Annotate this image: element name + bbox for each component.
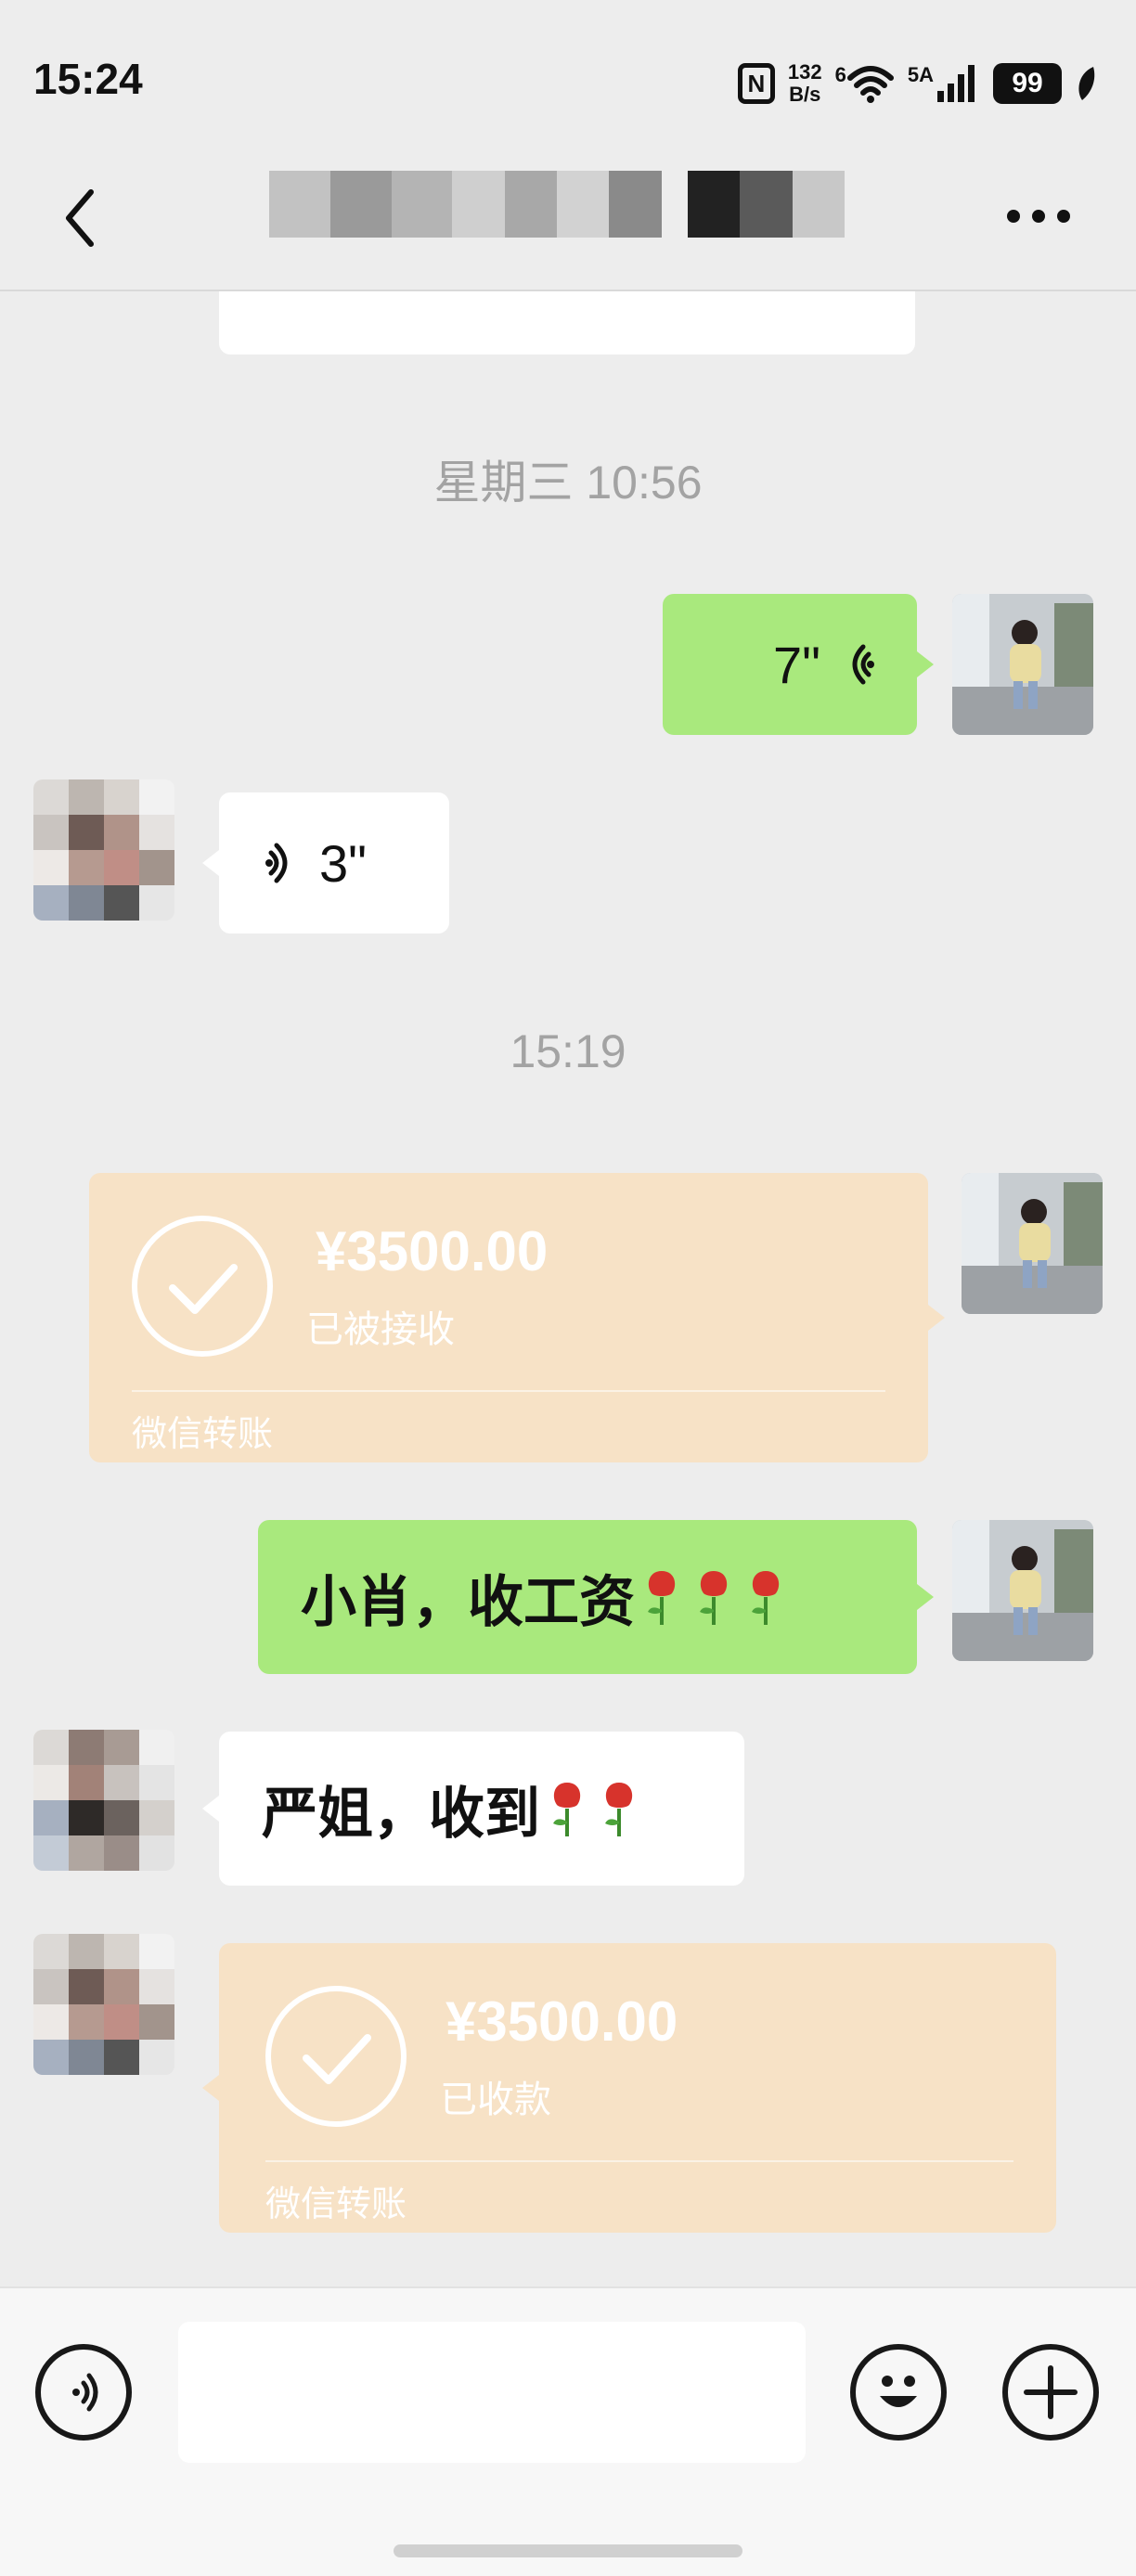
voice-message-sent[interactable]: 7" [663, 594, 934, 735]
contact-avatar-redacted [33, 779, 174, 921]
voice-input-button[interactable] [35, 2344, 132, 2441]
chat-messages[interactable]: 星期三 10:56 7" 3" 15:19 ¥3500.00 已被接收 微信转账… [0, 291, 1136, 2286]
text-message-received[interactable]: 严姐，收到 [202, 1732, 744, 1886]
back-button[interactable] [52, 186, 108, 251]
status-time: 15:24 [33, 55, 143, 103]
home-indicator[interactable] [394, 2544, 742, 2557]
signal-icon [937, 65, 975, 102]
my-avatar[interactable] [952, 594, 1093, 735]
voice-message-received[interactable]: 3" [202, 792, 449, 934]
my-avatar[interactable] [952, 1520, 1093, 1661]
transfer-divider [265, 2160, 1013, 2162]
child-photo [952, 1520, 1093, 1661]
contact-name-redacted [269, 171, 845, 238]
network-speed-unit: B/s [789, 83, 821, 106]
smiley-icon [880, 2376, 917, 2407]
text-message-sent[interactable]: 小肖，收工资 [258, 1520, 934, 1674]
child-photo [952, 594, 1093, 735]
more-functions-button[interactable] [1002, 2344, 1099, 2441]
voice-duration: 3" [319, 833, 368, 893]
voice-wave-icon [265, 843, 288, 883]
transfer-amount: ¥3500.00 [316, 1220, 549, 1282]
transfer-card-received[interactable]: ¥3500.00 已收款 微信转账 [202, 1943, 1056, 2233]
rose-icon [648, 1571, 676, 1625]
message-input[interactable] [178, 2322, 806, 2463]
wifi-status: 6 [835, 63, 895, 104]
rose-icon [700, 1571, 728, 1625]
previous-message-bubble[interactable] [219, 291, 915, 354]
transfer-card-sent[interactable]: ¥3500.00 已被接收 微信转账 [89, 1173, 945, 1462]
voice-icon [72, 2373, 98, 2412]
transfer-amount: ¥3500.00 [445, 1990, 678, 2053]
transfer-status: 已被接收 [306, 1308, 455, 1351]
plus-icon [1024, 2365, 1078, 2419]
contact-avatar-redacted [33, 1934, 174, 2075]
message-text: 小肖，收工资 [301, 1569, 635, 1635]
child-photo [962, 1173, 1103, 1314]
emoji-button[interactable] [850, 2344, 947, 2441]
network-speed: 132 B/s [788, 61, 822, 106]
signal-label: 5A [907, 63, 934, 86]
contact-avatar[interactable] [33, 779, 174, 921]
timestamp: 15:19 [510, 1025, 626, 1077]
wifi-label: 6 [834, 63, 846, 86]
transfer-label: 微信转账 [132, 1413, 274, 1454]
contact-avatar[interactable] [33, 1730, 174, 1871]
timestamp: 星期三 10:56 [433, 457, 703, 509]
wifi-icon [846, 66, 894, 103]
rose-icon [752, 1571, 780, 1625]
transfer-status: 已收款 [440, 2079, 551, 2121]
rose-emojis [640, 1567, 787, 1627]
chevron-left-icon [66, 189, 94, 247]
ellipsis-icon [1007, 210, 1070, 223]
voice-wave-icon [852, 644, 874, 685]
check-circle-icon [265, 1986, 407, 2127]
message-text: 严姐，收到 [262, 1781, 540, 1847]
chat-header [0, 148, 1136, 291]
rose-icon [605, 1783, 633, 1836]
cellular-status: 5A [908, 63, 980, 104]
rose-emojis [546, 1779, 640, 1838]
status-icons: N 132 B/s 6 5A 99 [737, 58, 1097, 109]
check-icon [303, 2034, 371, 2084]
more-button[interactable] [997, 193, 1080, 239]
contact-avatar[interactable] [33, 1934, 174, 2075]
transfer-label: 微信转账 [265, 2183, 407, 2224]
network-speed-value: 132 [787, 60, 822, 84]
rose-icon [553, 1783, 581, 1836]
check-icon [169, 1264, 238, 1314]
contact-avatar-redacted [33, 1730, 174, 1871]
nfc-icon: N [737, 63, 775, 104]
my-avatar[interactable] [962, 1173, 1103, 1314]
leaf-icon [1078, 67, 1095, 100]
status-bar: 15:24 N 132 B/s 6 5A 99 [0, 0, 1136, 148]
battery-level: 99 [993, 63, 1062, 104]
check-circle-icon [132, 1216, 273, 1357]
transfer-divider [132, 1390, 885, 1392]
input-bar [0, 2286, 1136, 2576]
voice-duration: 7" [772, 635, 820, 694]
